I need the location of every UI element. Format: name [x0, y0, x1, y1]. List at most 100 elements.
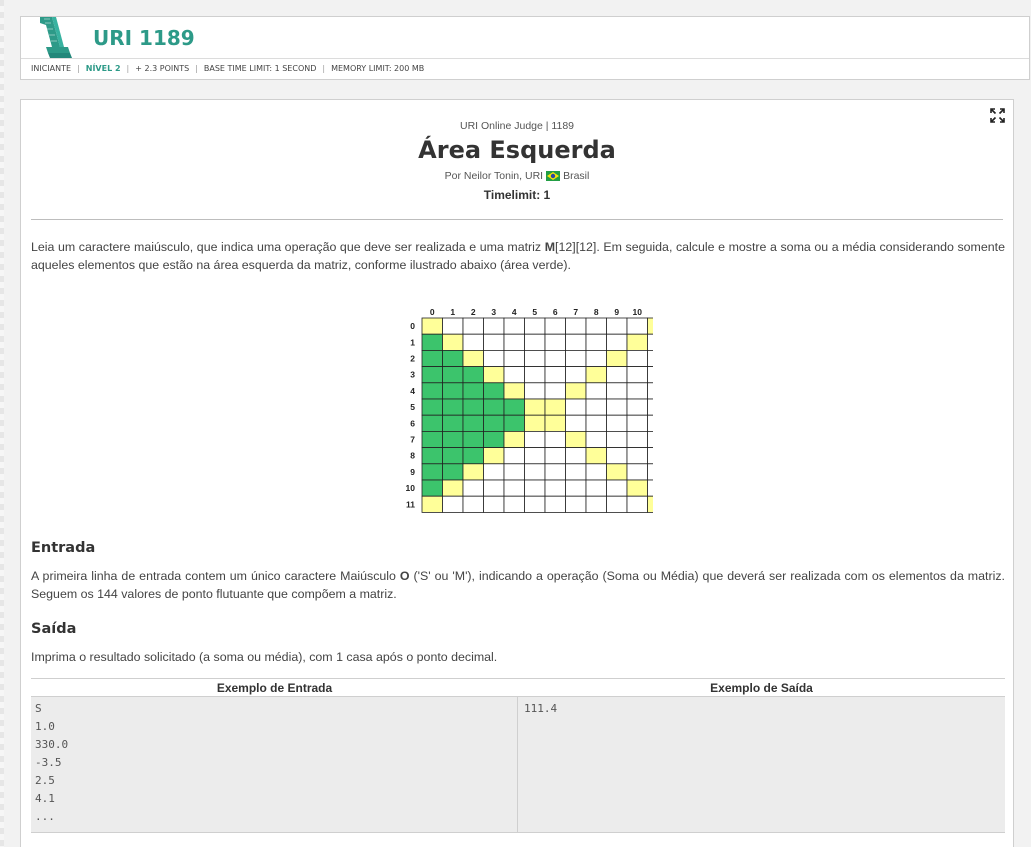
matrix-col-label: 1: [450, 307, 455, 317]
matrix-cell: [626, 366, 648, 384]
meta-memory: MEMORY LIMIT: 200 MB: [331, 64, 425, 73]
left-page-strip: [0, 0, 4, 847]
matrix-cell: [483, 382, 505, 400]
matrix-cell: [483, 398, 505, 416]
matrix-row-label: 1: [410, 337, 415, 347]
matrix-cell: [421, 333, 443, 351]
problem-title: Área Esquerda: [418, 136, 616, 164]
header-divider: [21, 58, 1029, 59]
matrix-cell: [606, 463, 628, 481]
matrix-cell: [544, 495, 566, 513]
timelimit-label: Timelimit: 1: [483, 188, 551, 202]
matrix-cell: [503, 463, 525, 481]
matrix-cell: [524, 431, 546, 449]
matrix-cell: [544, 317, 566, 335]
author-line: Por Neilor Tonin, URI Brasil: [21, 170, 1013, 182]
matrix-cell: [524, 447, 546, 465]
matrix-cell: [483, 479, 505, 497]
matrix-cell: [585, 350, 607, 368]
matrix-cell: [524, 382, 546, 400]
matrix-cell: [524, 398, 546, 416]
matrix-cell: [585, 333, 607, 351]
matrix-cell: [503, 479, 525, 497]
matrix-cell: [647, 398, 669, 416]
matrix-cell: [483, 333, 505, 351]
meta-separator: |: [195, 64, 198, 73]
matrix-cell: [442, 398, 464, 416]
meta-category[interactable]: INICIANTE: [31, 64, 71, 73]
header-top: URI 1189: [21, 17, 1029, 58]
matrix-cell: [565, 479, 587, 497]
matrix-col-label: 10: [633, 307, 643, 317]
matrix-cell: [544, 382, 566, 400]
matrix-cell: [462, 479, 484, 497]
matrix-cell: [647, 431, 669, 449]
output-description: Imprima o resultado solicitado (a soma o…: [31, 650, 498, 664]
matrix-cell: [503, 317, 525, 335]
matrix-cell: [626, 350, 648, 368]
meta-separator: |: [77, 64, 80, 73]
matrix-cell: [421, 447, 443, 465]
matrix-cell: [565, 431, 587, 449]
matrix-cell: [503, 333, 525, 351]
matrix-cell: [442, 382, 464, 400]
example-input-line: -3.5: [35, 756, 62, 769]
matrix-cell: [606, 495, 628, 513]
matrix-cell: [626, 495, 648, 513]
matrix-col-label: 3: [491, 307, 496, 317]
matrix-cell: [462, 398, 484, 416]
matrix-cell: [524, 317, 546, 335]
author-country: Brasil: [563, 170, 590, 182]
matrix-cell: [442, 495, 464, 513]
example-output-block[interactable]: 111.4: [518, 697, 1005, 833]
problem-header-card: URI 1189 INICIANTE | NÍVEL 2 | + 2.3 POINTS |…: [20, 16, 1030, 80]
matrix-cell: [503, 350, 525, 368]
matrix-cell: [585, 479, 607, 497]
matrix-cell: [462, 447, 484, 465]
example-output-line: 111.4: [524, 702, 558, 715]
matrix-cell: [565, 333, 587, 351]
matrix-cell: [442, 350, 464, 368]
example-input-line: ...: [35, 810, 55, 823]
matrix-cell: [565, 366, 587, 384]
matrix-cell: [483, 463, 505, 481]
matrix-cell: [606, 350, 628, 368]
matrix-cell: [462, 414, 484, 432]
example-input-line: S: [35, 702, 42, 715]
matrix-cell: [647, 382, 669, 400]
matrix-col-label: 0: [430, 307, 435, 317]
matrix-cell: [483, 495, 505, 513]
author-name[interactable]: Por Neilor Tonin, URI: [445, 170, 543, 182]
matrix-cell: [462, 350, 484, 368]
examples-table: Exemplo de Entrada Exemplo de Saída S 1.0…: [31, 678, 1005, 834]
matrix-cell: [421, 398, 443, 416]
matrix-row-label: 11: [406, 499, 415, 509]
matrix-cell: [647, 495, 669, 513]
matrix-cell: [483, 431, 505, 449]
matrix-col-label: 9: [614, 307, 619, 317]
matrix-cell: [585, 366, 607, 384]
matrix-cell: [421, 431, 443, 449]
matrix-cell: [565, 463, 587, 481]
matrix-cell: [462, 317, 484, 335]
matrix-cell: [585, 398, 607, 416]
meta-separator: |: [322, 64, 326, 73]
matrix-cell: [544, 366, 566, 384]
matrix-cell: [647, 463, 669, 481]
example-input-block[interactable]: S 1.0 330.0 -3.5 2.5 4.1...: [31, 697, 518, 833]
problem-description: Leia um caractere maiúsculo, que indica …: [31, 240, 1005, 272]
meta-separator: |: [126, 64, 130, 73]
meta-level[interactable]: NÍVEL 2: [86, 64, 121, 73]
matrix-cell: [524, 414, 546, 432]
matrix-cell: [483, 447, 505, 465]
matrix-cell: [503, 495, 525, 513]
matrix-cell: [503, 382, 525, 400]
matrix-cell: [647, 350, 669, 368]
matrix-diagram: 0011223344556677889910101111: [406, 307, 669, 513]
matrix-col-label: 5: [532, 307, 537, 317]
matrix-cell: [647, 317, 669, 335]
matrix-cell: [442, 414, 464, 432]
input-description: A primeira linha de entrada contem um ún…: [31, 569, 1005, 601]
matrix-row-label: 2: [410, 354, 415, 364]
matrix-cell: [647, 447, 669, 465]
